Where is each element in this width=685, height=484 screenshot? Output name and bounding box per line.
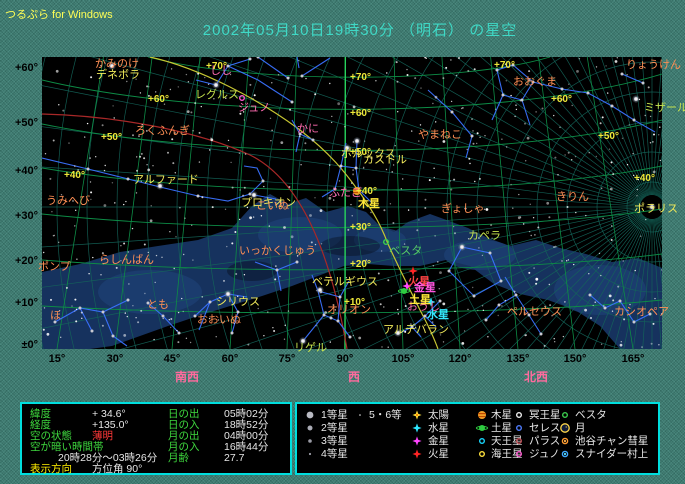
info-label: 月の出 — [168, 430, 200, 442]
info-label: 月の入 — [168, 441, 200, 453]
legend-label: ジュノ — [529, 448, 560, 460]
azimuth-label: 90° — [336, 353, 354, 365]
azimuth-label: 60° — [221, 353, 239, 365]
azimuth-label: 135° — [506, 353, 530, 365]
legend-label: 2等星 — [321, 422, 348, 434]
legend-label: 4等星 — [321, 448, 348, 460]
comet2-icon — [561, 450, 569, 458]
legend-label: 冥王星 — [529, 409, 561, 421]
legend-label: 木星 — [491, 409, 512, 421]
sky-decor — [42, 57, 662, 349]
altitude-label: +50° — [14, 117, 38, 129]
legend-label: パラス — [529, 435, 561, 447]
azimuth-label: 75° — [278, 353, 296, 365]
legend-label: ベスタ — [575, 409, 607, 421]
neptune-icon — [479, 451, 485, 457]
info-value: +135.0° — [92, 419, 129, 431]
altitude-label: +40° — [14, 165, 38, 177]
altitude-label: +60° — [14, 62, 38, 74]
info-label: 日の出 — [168, 408, 200, 420]
azimuth-label: 105° — [391, 353, 415, 365]
altitude-label: +20° — [14, 255, 38, 267]
legend-panel: 1等星 2等星 3等星 4等星 5・6等 太陽 水星 金星 火星 木星 土星 天王星 海王星 冥王星 セレス… — [295, 402, 660, 475]
info-label: 表示方向 — [30, 463, 72, 475]
legend-label: 金星 — [428, 435, 449, 447]
legend-label: 水星 — [428, 422, 449, 434]
direction-label: 南西 — [174, 370, 200, 384]
legend-label: 月 — [575, 422, 586, 434]
info-value: + 34.6° — [92, 408, 126, 420]
info-label: 日の入 — [168, 419, 200, 431]
azimuth-label: 30° — [106, 353, 124, 365]
star-chart[interactable] — [42, 57, 662, 349]
info-label: 月齢 — [168, 452, 189, 464]
info-value: 20時28分～03時26分 — [58, 452, 158, 464]
info-value: 04時00分 — [224, 430, 269, 442]
info-label: 空が暗い時間帯 — [30, 441, 104, 453]
mag56-icon — [359, 414, 361, 416]
direction-label: 西 — [347, 370, 361, 384]
altitude-label: +30° — [14, 210, 38, 222]
legend-label: 5・6等 — [369, 409, 402, 421]
chart-title: 2002年05月10日19時30分 （明石） の星空 — [202, 22, 518, 39]
legend-label: 土星 — [491, 422, 512, 434]
app-window: つるぷら for Windows 2002年05月10日19時30分 （明石） … — [0, 0, 685, 484]
altitude-label: +10° — [14, 297, 38, 309]
legend-label: 太陽 — [428, 409, 449, 421]
info-label: 緯度 — [30, 408, 51, 420]
info-label: 空の状態 — [30, 430, 72, 442]
legend-label: セレス — [529, 422, 561, 434]
altitude-label: ±0° — [21, 339, 38, 351]
legend-label: 1等星 — [321, 409, 348, 421]
direction-label: 北西 — [523, 370, 549, 384]
legend-label: 火星 — [428, 448, 449, 460]
legend-label: 3等星 — [321, 435, 348, 447]
info-label: 経度 — [30, 419, 51, 431]
info-value: 27.7 — [224, 452, 245, 464]
info-value: 16時44分 — [224, 441, 269, 453]
azimuth-label: 150° — [563, 353, 587, 365]
legend-label: 池谷チャン彗星 — [575, 435, 649, 447]
info-panel: 緯度 + 34.6° 経度 +135.0° 空の状態 薄明 空が暗い時間帯 20時28分～03… — [20, 402, 292, 475]
info-value: 18時52分 — [224, 419, 269, 431]
jupiter-symbol — [353, 187, 361, 195]
juno-icon — [516, 451, 522, 457]
info-value: 05時02分 — [224, 408, 269, 420]
azimuth-label: 45° — [163, 353, 181, 365]
azimuth-label: 120° — [448, 353, 472, 365]
mag4-icon — [308, 452, 312, 456]
azimuth-label: 15° — [48, 353, 66, 365]
azimuth-label: 165° — [621, 353, 645, 365]
info-value: 方位角 90° — [92, 463, 143, 475]
mars-icon — [412, 449, 422, 459]
info-value: 薄明 — [92, 430, 113, 442]
legend-label: スナイダー村上 — [575, 448, 649, 460]
